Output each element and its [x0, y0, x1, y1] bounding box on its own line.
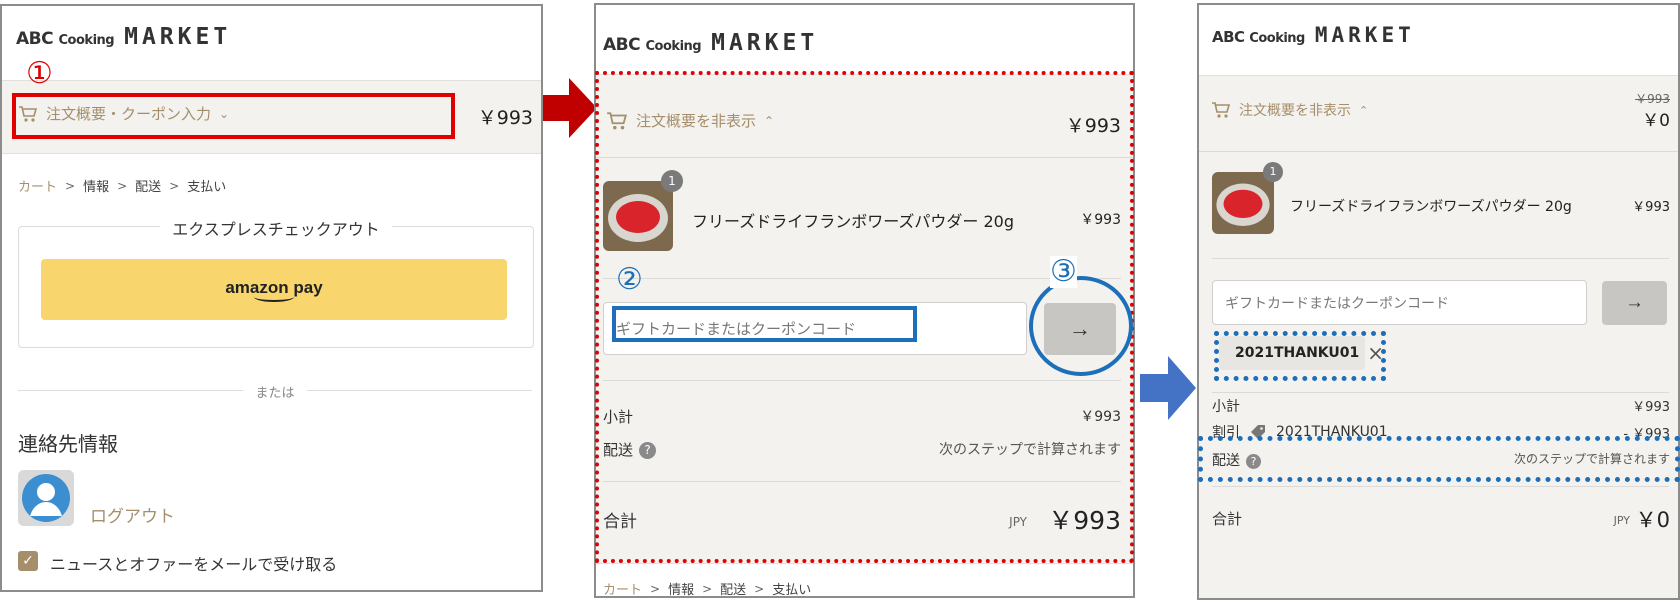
chevron-right-icon: > [702, 581, 713, 596]
chevron-right-icon: > [650, 581, 661, 596]
product-price: ￥993 [1632, 200, 1670, 215]
total-label: 合計 [1212, 510, 1243, 528]
store-logo[interactable]: ABC Cooking MARKET [16, 24, 231, 50]
logo-market: MARKET [1314, 23, 1415, 47]
logo-abc: ABC [603, 35, 641, 55]
divider [1212, 392, 1669, 393]
breadcrumb-cart[interactable]: カート [603, 579, 642, 596]
header-total-price: ￥0 [1642, 111, 1670, 131]
cart-icon [1212, 102, 1231, 118]
express-checkout-title: エクスプレスチェックアウト [160, 220, 392, 239]
red-arrow-icon [543, 78, 597, 138]
chevron-right-icon: > [169, 178, 180, 193]
divider [1212, 486, 1669, 487]
breadcrumb-info: 情報 [83, 180, 110, 195]
annotation-applied-tag-outline [1214, 331, 1386, 381]
header-total-price: ￥993 [477, 107, 533, 129]
or-divider-text: または [243, 386, 307, 401]
coupon-code-input[interactable]: ギフトカードまたはクーポンコード [1212, 280, 1587, 325]
subtotal-value: ￥993 [1632, 400, 1670, 415]
breadcrumb-shipping: 配送 [720, 583, 747, 598]
breadcrumb-payment: 支払い [187, 180, 227, 195]
divider [1199, 151, 1678, 152]
user-icon [18, 470, 74, 526]
annotation-coupon-input-highlight [612, 306, 917, 342]
currency-code: JPY [1613, 514, 1630, 527]
store-logo[interactable]: ABC Cooking MARKET [603, 30, 818, 56]
checkout-step3-panel: ABC Cooking MARKET 注文概要を非表示 ⌃ ￥993 ￥0 1 … [1197, 3, 1680, 600]
arrow-right-icon: → [1625, 292, 1644, 313]
annotation-number-2: ② [616, 262, 643, 297]
annotation-highlight-1 [12, 93, 455, 139]
order-summary-label: 注文概要を非表示 [1239, 103, 1351, 119]
logout-link[interactable]: ログアウト [90, 502, 175, 527]
chevron-right-icon: > [117, 178, 128, 193]
order-summary-toggle[interactable]: 注文概要を非表示 ⌃ [1211, 100, 1368, 120]
logo-abc: ABC [16, 29, 54, 49]
product-name: フリーズドライフランボワーズパウダー 20g [1290, 199, 1572, 215]
chevron-up-icon: ⌃ [1359, 103, 1369, 117]
breadcrumb-cart[interactable]: カート [18, 176, 57, 195]
apply-coupon-button[interactable]: → [1602, 281, 1667, 325]
product-thumbnail [1212, 172, 1274, 234]
breadcrumb-shipping: 配送 [135, 180, 162, 195]
blue-arrow-icon [1140, 356, 1196, 420]
annotation-apply-button-circle [1029, 276, 1133, 376]
subtotal-label: 小計 [1212, 399, 1240, 415]
logo-market: MARKET [711, 30, 819, 56]
breadcrumb: カート > 情報 > 配送 > 支払い [18, 176, 227, 196]
logo-cooking: Cooking [1249, 31, 1305, 46]
breadcrumb-info: 情報 [668, 583, 695, 598]
total-value: ￥0 [1635, 508, 1670, 532]
amazon-pay-button[interactable]: amazon pay [41, 259, 507, 320]
divider [1212, 258, 1669, 259]
breadcrumb-payment: 支払い [772, 583, 812, 598]
logo-cooking: Cooking [58, 33, 115, 48]
avatar [18, 470, 74, 526]
store-logo[interactable]: ABC Cooking MARKET [1212, 23, 1415, 47]
newsletter-label: ニュースとオファーをメールで受け取る [50, 555, 338, 574]
original-price: ￥993 [1635, 92, 1670, 106]
chevron-right-icon: > [754, 581, 765, 596]
logo-cooking: Cooking [645, 39, 702, 54]
breadcrumb: カート > 情報 > 配送 > 支払い [603, 579, 812, 598]
annotation-number-3: ③ [1050, 254, 1077, 289]
annotation-discount-row-outline [1198, 436, 1680, 482]
express-checkout-section: エクスプレスチェックアウト amazon pay [18, 220, 534, 348]
contact-info-heading: 連絡先情報 [18, 432, 118, 456]
logo-market: MARKET [124, 24, 232, 50]
quantity-badge: 1 [1263, 162, 1283, 182]
chevron-right-icon: > [65, 178, 76, 193]
annotation-number-1: ① [26, 56, 53, 91]
amazon-pay-label: amazon pay [225, 277, 323, 297]
newsletter-checkbox[interactable]: ✓ [18, 551, 38, 571]
logo-abc: ABC [1212, 28, 1245, 46]
